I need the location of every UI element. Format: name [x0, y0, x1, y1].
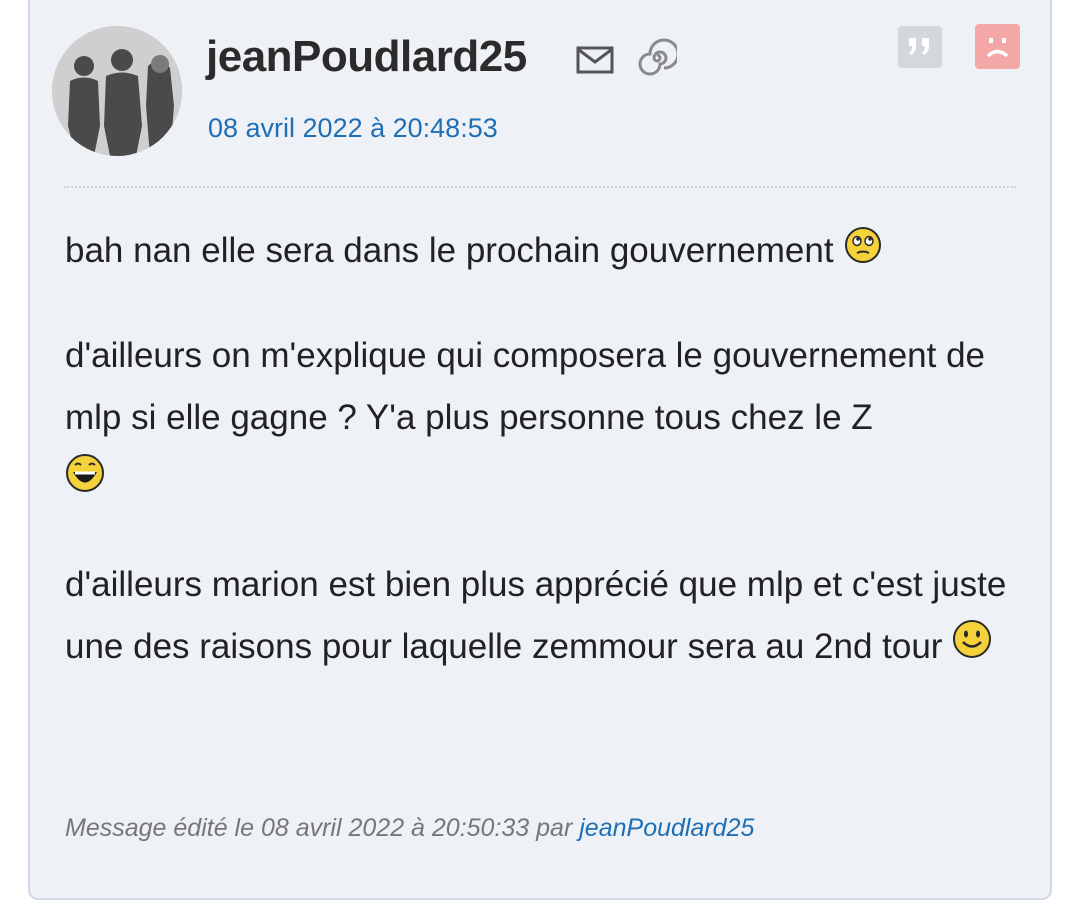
avatar[interactable]	[52, 26, 182, 156]
report-icon	[986, 38, 1009, 58]
mail-icon[interactable]	[576, 46, 614, 74]
post-date[interactable]: 08 avril 2022 à 20:48:53	[208, 113, 498, 144]
rolling-eyes-smiley-icon	[844, 222, 882, 284]
divider	[64, 186, 1016, 188]
edit-note-author-link[interactable]: jeanPoudlard25	[579, 814, 754, 842]
post-paragraph: d'ailleurs marion est bien plus apprécié…	[65, 554, 1025, 680]
happy-smiley-icon	[952, 617, 992, 679]
spiral-icon[interactable]	[637, 38, 680, 78]
post-paragraph: bah nan elle sera dans le prochain gouve…	[65, 220, 1025, 284]
edit-note: Message édité le 08 avril 2022 à 20:50:3…	[65, 814, 754, 843]
post-body: bah nan elle sera dans le prochain gouve…	[65, 220, 1025, 720]
paragraph-text: d'ailleurs marion est bien plus apprécié…	[65, 564, 1007, 666]
edit-note-text: Message édité le 08 avril 2022 à 20:50:3…	[65, 814, 573, 842]
quote-icon	[909, 38, 929, 55]
quote-button[interactable]	[898, 26, 942, 68]
post-paragraph: d'ailleurs on m'explique qui composera l…	[65, 325, 1025, 513]
report-button[interactable]	[975, 24, 1020, 69]
forum-post-card: jeanPoudlard25 08 avril 2022 à 20:48:53 …	[28, 0, 1052, 900]
paragraph-text: bah nan elle sera dans le prochain gouve…	[65, 231, 834, 270]
paragraph-text: d'ailleurs on m'explique qui composera l…	[65, 335, 986, 437]
username[interactable]: jeanPoudlard25	[206, 32, 527, 82]
laughing-smiley-icon	[65, 451, 105, 513]
